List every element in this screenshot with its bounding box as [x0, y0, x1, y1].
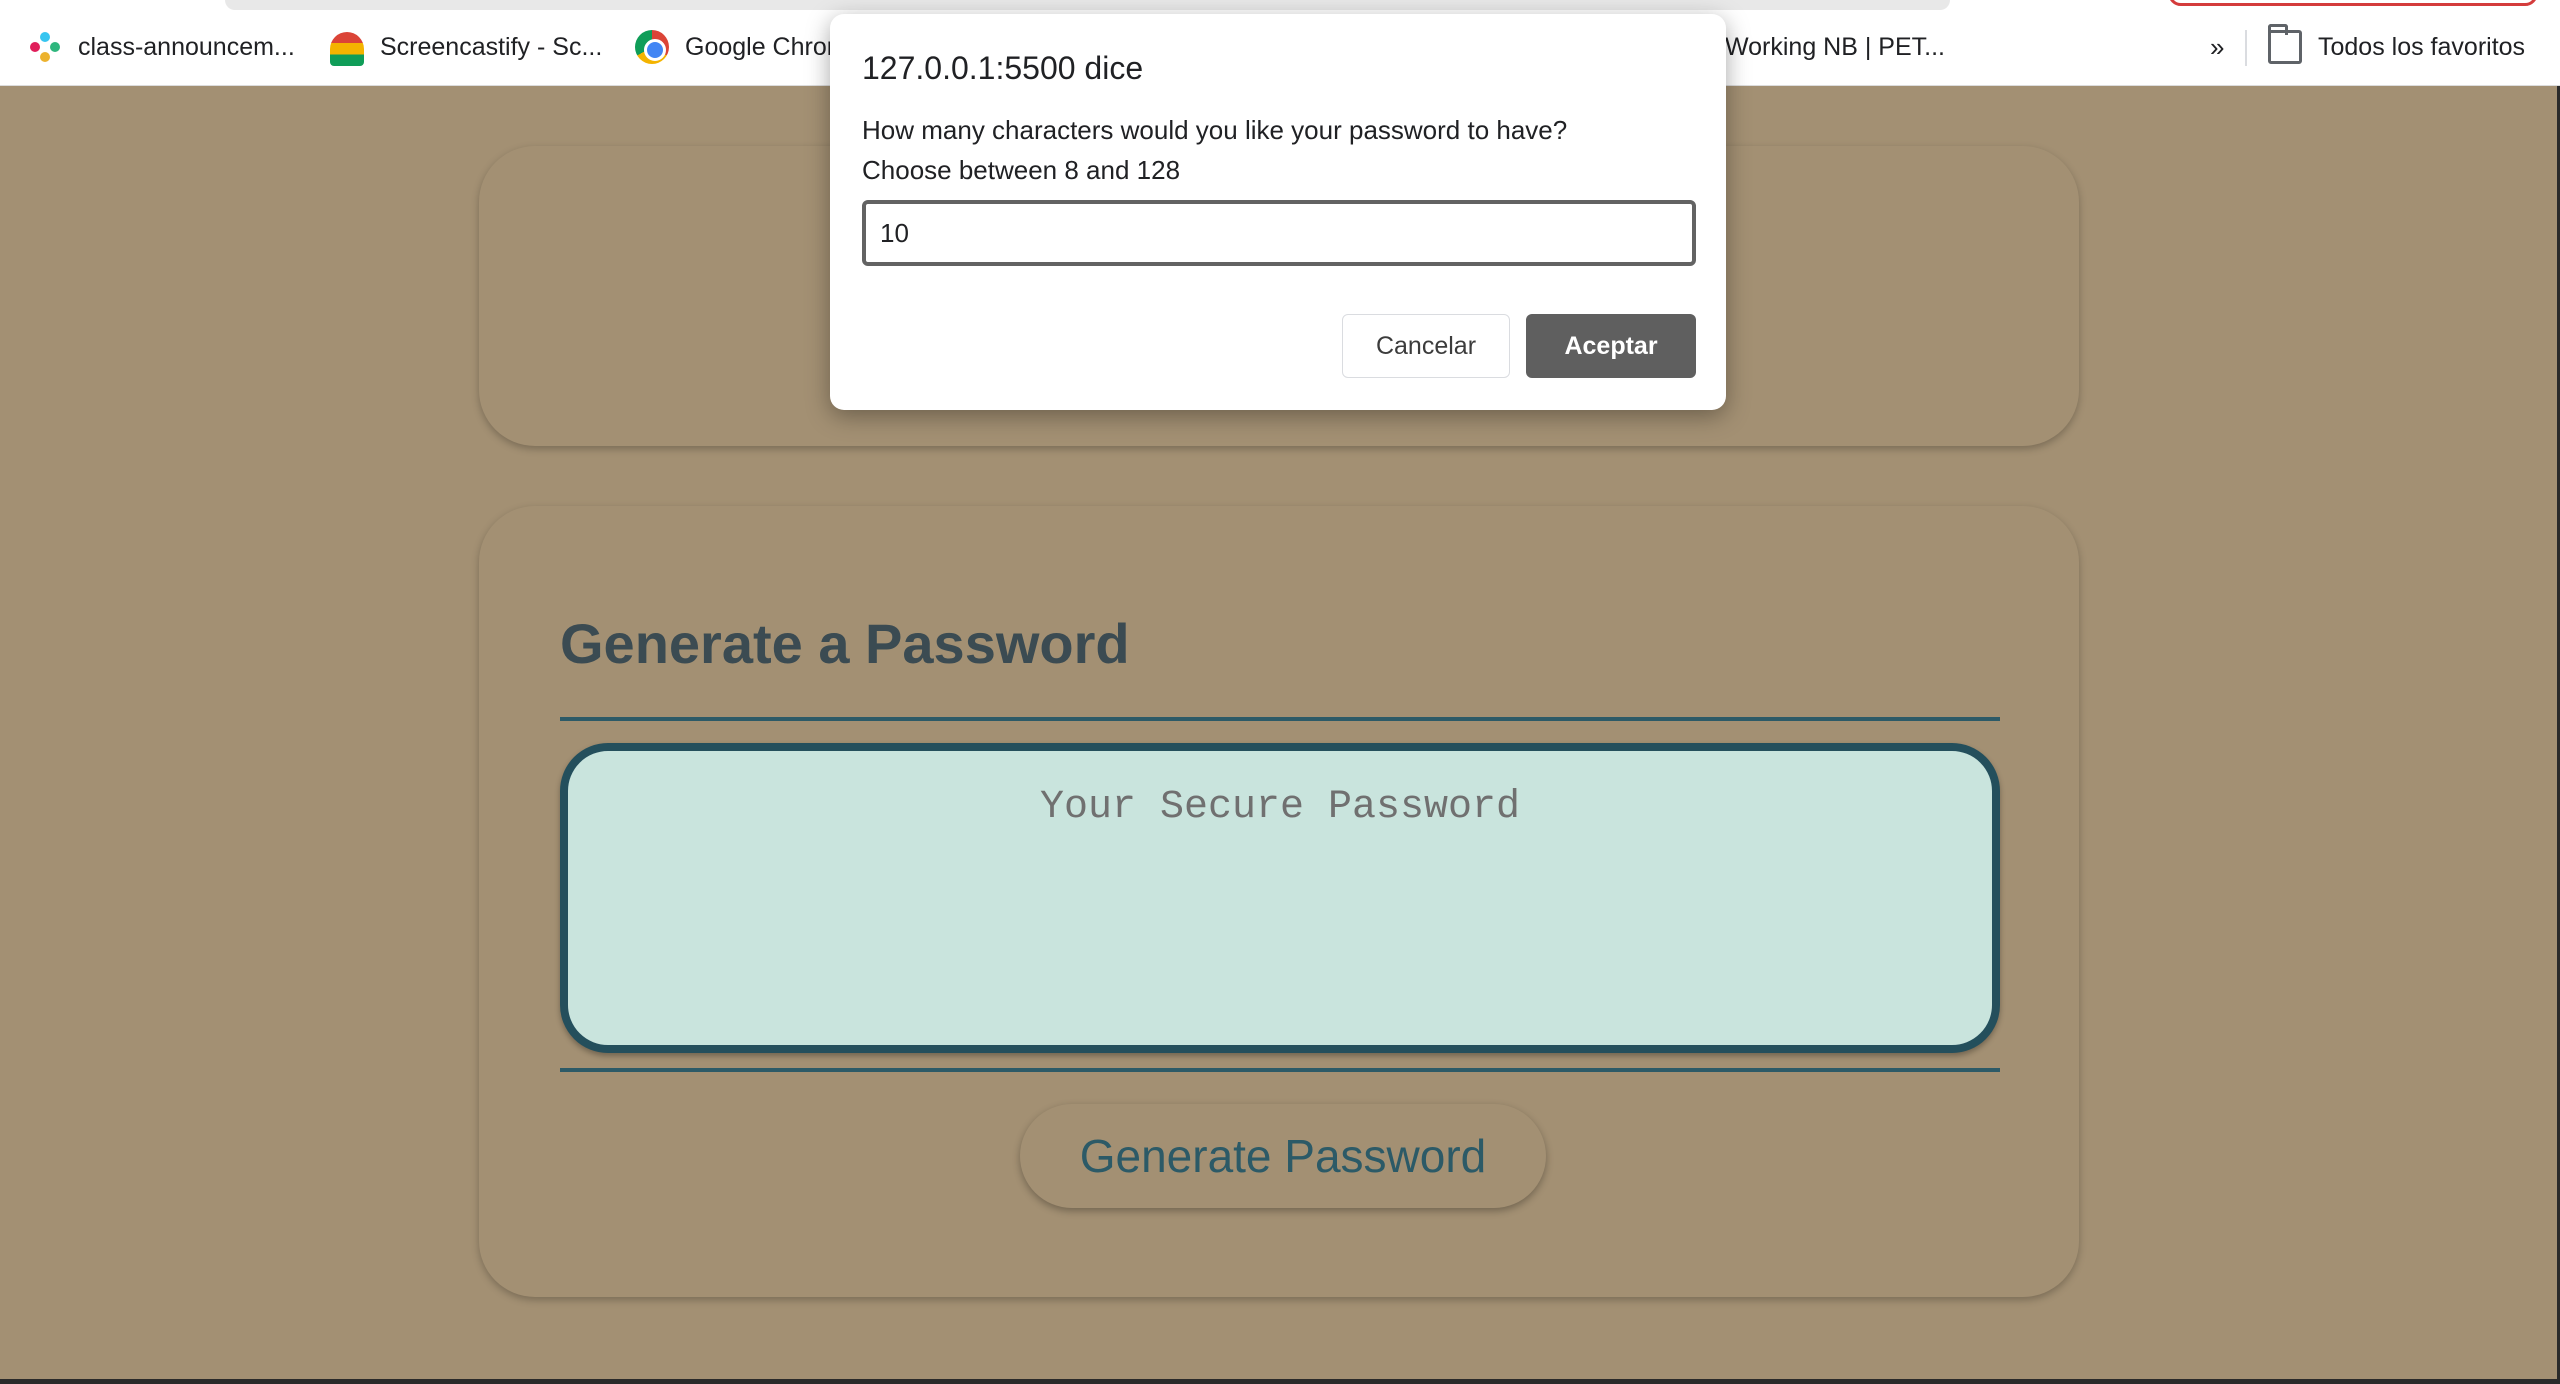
dialog-message: How many characters would you like your … — [862, 110, 1702, 190]
password-card: Generate a Password Generate Password — [479, 506, 2079, 1297]
page-title: Generate a Password — [560, 612, 1130, 675]
chevron-double-right-icon: » — [2210, 31, 2225, 62]
divider — [560, 1068, 2000, 1072]
dialog-message-line: How many characters would you like your … — [862, 115, 1568, 145]
all-bookmarks-button[interactable]: Todos los favoritos — [2268, 24, 2526, 66]
bookmark-label: Screencastify - Sc... — [380, 32, 603, 61]
slack-icon — [28, 30, 62, 64]
folder-icon — [2268, 24, 2302, 64]
all-bookmarks-label: Todos los favoritos — [2318, 32, 2526, 61]
dialog-origin: 127.0.0.1:5500 dice — [862, 50, 1144, 86]
bookmark-label: Working NB | PET... — [1725, 32, 1945, 61]
dialog-input[interactable] — [862, 200, 1696, 266]
bookmarks-overflow-button[interactable]: » — [2210, 28, 2224, 66]
password-output[interactable] — [560, 743, 2000, 1053]
window-edge — [0, 1379, 2560, 1384]
bookmark-class-announcements[interactable]: class-announcem... — [28, 28, 295, 66]
cancel-button[interactable]: Cancelar — [1342, 314, 1510, 378]
bookmark-google-chrome[interactable]: Google Chror — [635, 28, 835, 66]
prompt-dialog: 127.0.0.1:5500 dice How many characters … — [830, 14, 1726, 410]
accept-button[interactable]: Aceptar — [1526, 314, 1696, 378]
tab-strip-edge — [225, 0, 1950, 10]
profile-button-edge[interactable] — [2168, 0, 2538, 6]
bookmark-working-nb[interactable]: Working NB | PET... — [1725, 28, 1945, 66]
divider — [560, 717, 2000, 721]
generate-password-button[interactable]: Generate Password — [1020, 1104, 1546, 1208]
screencastify-icon — [330, 32, 364, 66]
bookmarks-separator — [2245, 30, 2247, 66]
bookmark-screencastify[interactable]: Screencastify - Sc... — [330, 28, 602, 66]
dialog-message-line: Choose between 8 and 128 — [862, 155, 1181, 185]
chrome-icon — [635, 30, 669, 64]
bookmark-label: class-announcem... — [78, 32, 295, 61]
bookmark-label: Google Chror — [685, 32, 836, 61]
